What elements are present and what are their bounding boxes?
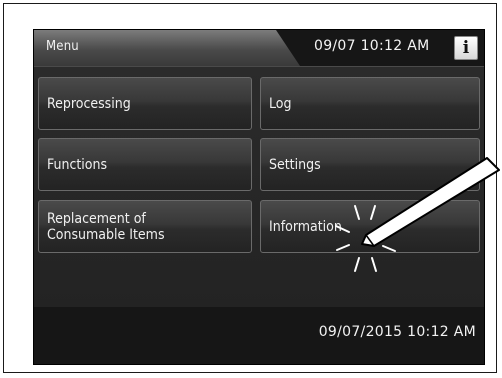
settings-button[interactable]: Settings [260, 138, 480, 191]
settings-button-label: Settings [269, 156, 321, 173]
functions-button[interactable]: Functions [38, 138, 252, 191]
replacement-consumables-button-label: Replacement of Consumable Items [47, 210, 165, 243]
status-bar: 09/07/2015 10:12 AM [34, 307, 484, 364]
log-button[interactable]: Log [260, 77, 480, 130]
status-datetime: 09/07/2015 10:12 AM [318, 324, 476, 340]
title-bar: Menu 09/07 10:12 AM i [34, 30, 484, 66]
replacement-consumables-button[interactable]: Replacement of Consumable Items [38, 200, 252, 253]
info-icon: i [462, 38, 470, 58]
information-button-label: Information [269, 218, 342, 235]
functions-button-label: Functions [47, 156, 108, 173]
touch-screen: Menu 09/07 10:12 AM i Reprocessing Log F… [33, 29, 485, 365]
header-datetime: 09/07 10:12 AM [314, 38, 430, 54]
reprocessing-button[interactable]: Reprocessing [38, 77, 252, 130]
page-title: Menu [46, 39, 79, 54]
log-button-label: Log [269, 95, 292, 112]
info-button[interactable]: i [454, 36, 478, 60]
menu-panel: Reprocessing Log Functions Settings Repl… [34, 66, 484, 309]
information-button[interactable]: Information [260, 200, 480, 253]
reprocessing-button-label: Reprocessing [47, 95, 131, 112]
